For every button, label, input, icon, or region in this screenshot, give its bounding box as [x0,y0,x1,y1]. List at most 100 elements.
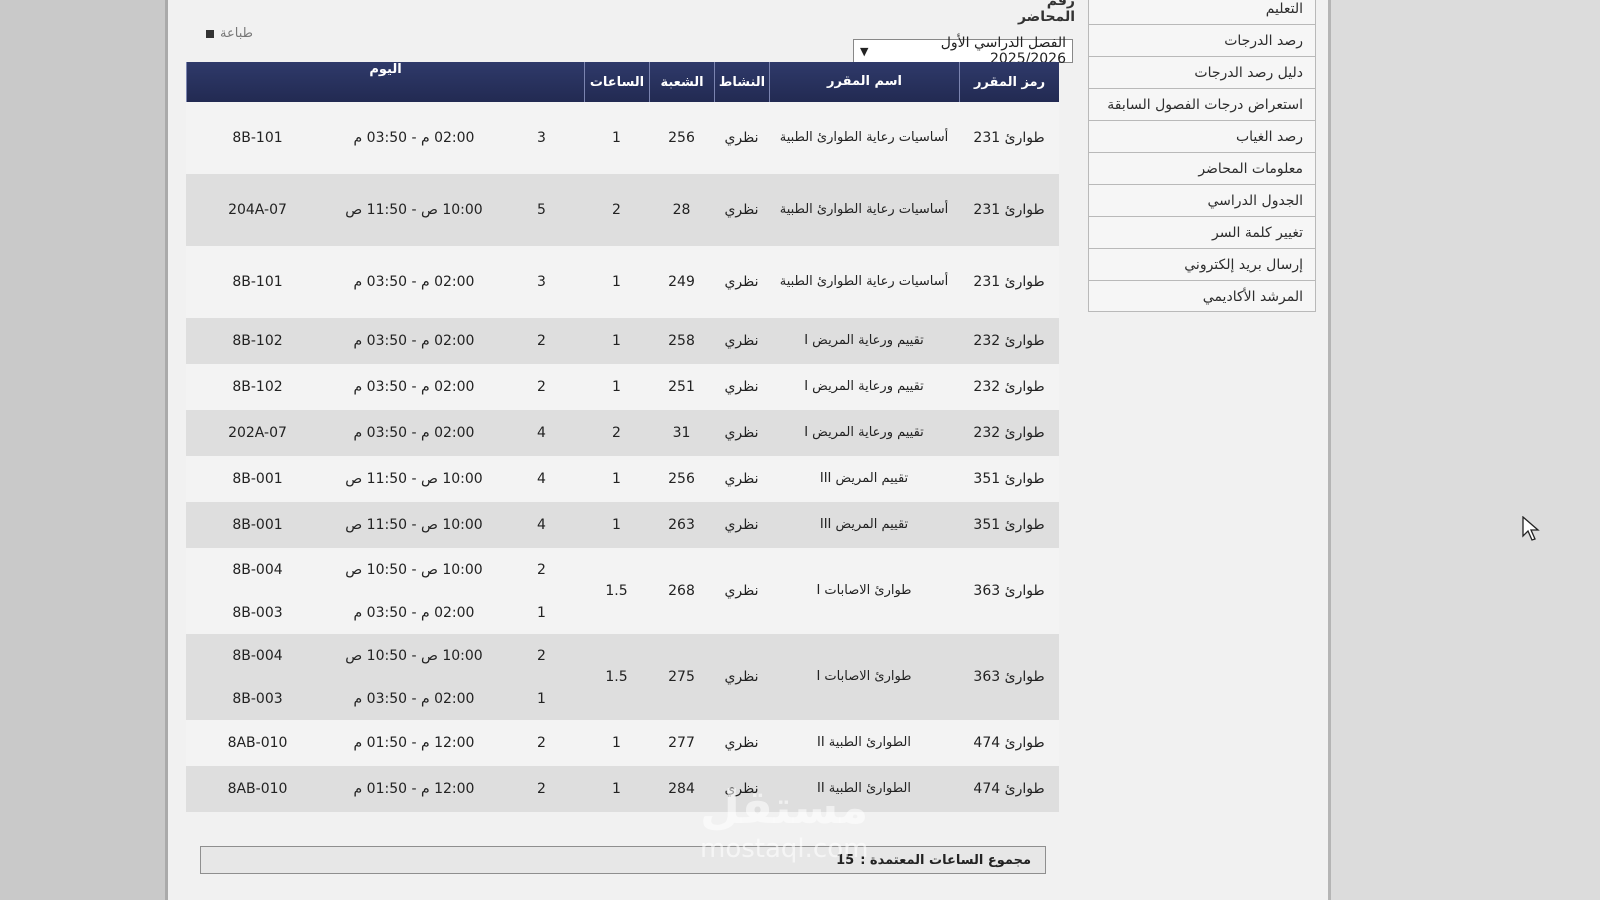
sidebar-item[interactable]: المرشد الأكاديمي [1088,280,1316,312]
day-cell: 3 02:00 م - 03:50 م 8B-101 [186,102,584,174]
slot-time: 10:00 ص - 10:50 ص [345,647,483,664]
course-name-cell: تقييم المريض III [819,517,909,532]
course-name-cell: طوارئ الاصابات I [816,583,912,598]
day-cell: 2 10:00 ص - 10:50 ص 8B-004 1 02:00 م - 03:50… [186,634,584,720]
slot-room: 8B-101 [232,274,283,290]
slot-time: 12:00 م - 01:50 م [353,735,475,751]
hours-cell: 1 [612,333,621,349]
activity-cell: نظري [724,517,759,533]
slot-room: 204A-07 [228,202,287,218]
slot-time: 02:00 م - 03:50 م [353,274,475,290]
sidebar-item[interactable]: معلومات المحاضر [1088,152,1316,184]
slot-time: 02:00 م - 03:50 م [353,690,475,707]
slot-count: 3 [537,130,546,146]
slot-count: 2 [537,735,546,751]
slot-time: 02:00 م - 03:50 م [353,379,475,395]
sidebar-item[interactable]: إرسال بريد إلكتروني [1088,248,1316,280]
sidebar-item[interactable]: تغيير كلمة السر [1088,216,1316,248]
section-cell: 256 [668,471,695,487]
sidebar-item[interactable]: التعليم [1088,0,1316,24]
section-cell: 275 [668,669,695,685]
day-cell: 3 02:00 م - 03:50 م 8B-101 [186,246,584,318]
hours-cell: 1.5 [605,669,628,685]
time-slot: 2 10:00 ص - 10:50 ص 8B-004 [186,548,584,591]
time-slot: 2 02:00 م - 03:50 م 8B-102 [186,318,584,364]
print-link[interactable]: طباعة [206,26,253,41]
time-slot: 2 12:00 م - 01:50 م 8AB-010 [186,720,584,766]
slot-time: 10:00 ص - 10:50 ص [345,561,483,578]
section-cell: 277 [668,735,695,751]
time-slot: 1 02:00 م - 03:50 م 8B-003 [186,591,584,634]
sidebar-item[interactable]: رصد الغياب [1088,120,1316,152]
day-cell: 4 10:00 ص - 11:50 ص 8B-001 [186,502,584,548]
table-header: رمز المقرر اسم المقرر النشاط الشعبة السا… [186,62,1059,102]
table-row: طوارئ 351 تقييم المريض III نظري 256 1 4 10:00 … [186,456,1059,502]
slot-count: 2 [537,333,546,349]
sidebar-menu: التعليم رصد الدرجات دليل رصد الدرجات استعرا… [1088,0,1316,312]
slot-time: 10:00 ص - 11:50 ص [345,471,483,487]
slot-room: 8AB-010 [227,781,288,797]
day-cell: 2 12:00 م - 01:50 م 8AB-010 [186,766,584,812]
watermark: مستقل [700,780,869,834]
slot-room: 8B-001 [232,517,283,533]
table-row: طوارئ 232 تقييم ورعاية المريض I نظري 31 2 4 02… [186,410,1059,456]
slot-count: 3 [537,274,546,290]
table-row: طوارئ 351 تقييم المريض III نظري 263 1 4 10:00 … [186,502,1059,548]
header-course-code[interactable]: رمز المقرر [959,62,1059,102]
header-section[interactable]: الشعبة [649,62,714,102]
activity-cell: نظري [724,669,759,685]
sidebar-item[interactable]: استعراض درجات الفصول السابقة [1088,88,1316,120]
table-row: طوارئ 474 الطوارئ الطبية II نظري 284 1 2 12:00… [186,766,1059,812]
table-row: طوارئ 231 أساسيات رعاية الطوارئ الطبية نظر… [186,246,1059,318]
sidebar-item[interactable]: الجدول الدراسي [1088,184,1316,216]
course-code-cell: طوارئ 474 [973,781,1045,797]
time-slot: 4 02:00 م - 03:50 م 202A-07 [186,410,584,456]
sidebar-item[interactable]: رصد الدرجات [1088,24,1316,56]
slot-count: 4 [537,425,546,441]
print-icon [206,29,214,38]
time-slot: 3 02:00 م - 03:50 م 8B-101 [186,246,584,318]
section-cell: 268 [668,583,695,599]
section-cell: 249 [668,274,695,290]
slot-count: 2 [537,647,546,664]
hours-cell: 1 [612,274,621,290]
course-code-cell: طوارئ 474 [973,735,1045,751]
header-activity[interactable]: النشاط [714,62,769,102]
table-row: طوارئ 232 تقييم ورعاية المريض I نظري 251 1 2 0… [186,364,1059,410]
section-cell: 256 [668,130,695,146]
header-hours[interactable]: الساعات [584,62,649,102]
activity-cell: نظري [724,471,759,487]
slot-room: 8B-001 [232,471,283,487]
course-code-cell: طوارئ 363 [973,583,1045,599]
slot-count: 1 [537,690,546,707]
table-row: طوارئ 231 أساسيات رعاية الطوارئ الطبية نظر… [186,102,1059,174]
course-name-cell: أساسيات رعاية الطوارئ الطبية [779,274,949,289]
left-background [0,0,165,900]
course-code-cell: طوارئ 232 [973,425,1045,441]
course-name-cell: الطوارئ الطبية II [817,735,912,750]
section-cell: 31 [672,425,691,441]
activity-cell: نظري [724,735,759,751]
slot-room: 202A-07 [228,425,287,441]
course-code-cell: طوارئ 231 [973,274,1045,290]
course-code-cell: طوارئ 232 [973,379,1045,395]
sidebar-item[interactable]: دليل رصد الدرجات [1088,56,1316,88]
day-cell: 5 10:00 ص - 11:50 ص 204A-07 [186,174,584,246]
header-course-name[interactable]: اسم المقرر [769,62,959,102]
semester-select[interactable]: الفصل الدراسي الأول 2025/2026 ▼ [853,35,1073,67]
slot-count: 4 [537,471,546,487]
slot-time: 10:00 ص - 11:50 ص [345,517,483,533]
mouse-cursor-icon [1522,516,1540,541]
time-slot: 2 10:00 ص - 10:50 ص 8B-004 [186,634,584,677]
slot-room: 8B-004 [232,561,283,578]
hours-cell: 1 [612,471,621,487]
course-code-cell: طوارئ 231 [973,130,1045,146]
activity-cell: نظري [724,583,759,599]
slot-time: 02:00 م - 03:50 م [353,130,475,146]
time-slot: 2 02:00 م - 03:50 م 8B-102 [186,364,584,410]
header-day[interactable]: اليوم [186,62,584,102]
slot-time: 02:00 م - 03:50 م [353,425,475,441]
lecturer-number-label: رقم المحاضر [1017,0,1075,25]
hours-cell: 1 [612,735,621,751]
slot-room: 8B-004 [232,647,283,664]
